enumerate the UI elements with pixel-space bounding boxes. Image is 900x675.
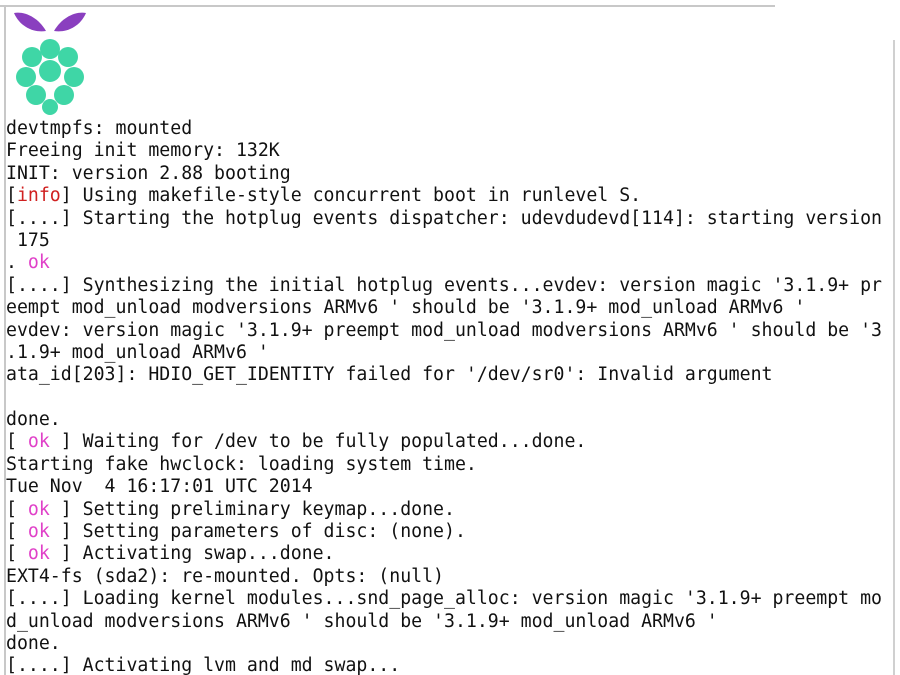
console-text: . — [6, 252, 28, 274]
console-text: ata_id[203]: HDIO_GET_IDENTITY failed fo… — [6, 364, 773, 386]
console-text: d_unload modversions ARMv6 ' should be '… — [6, 610, 718, 632]
console-text: [....] Loading kernel modules...snd_page… — [6, 588, 882, 610]
console-line: .1.9+ mod_unload ARMv6 ' — [6, 342, 892, 364]
console-line: [....] Loading kernel modules...snd_page… — [6, 588, 892, 610]
console-line: [info] Using makefile-style concurrent b… — [6, 185, 892, 207]
console-line: ata_id[203]: HDIO_GET_IDENTITY failed fo… — [6, 364, 892, 386]
console-text: [ — [6, 521, 28, 543]
console-line: INIT: version 2.88 booting — [6, 163, 892, 185]
console-text: EXT4-fs (sda2): re-mounted. Opts: (null) — [6, 565, 444, 587]
console-line: [....] Activating lvm and md swap... — [6, 655, 892, 675]
console-text: ] Waiting for /dev to be fully populated… — [49, 431, 587, 453]
boot-console-screen: devtmpfs: mounted Freeing init memory: 13… — [0, 0, 900, 675]
console-text: done. — [6, 632, 61, 654]
console-text: eempt mod_unload modversions ARMv6 ' sho… — [6, 297, 806, 319]
console-text: devtmpfs: mounted — [6, 118, 193, 139]
console-line: . ok — [6, 252, 892, 274]
console-text: [....] Synthesizing the initial hotplug … — [6, 274, 882, 296]
console-line: evdev: version magic '3.1.9+ preempt mod… — [6, 320, 892, 342]
console-line: done. — [6, 409, 892, 431]
console-line: [ ok ] Waiting for /dev to be fully popu… — [6, 431, 892, 453]
console-text: done. — [6, 409, 61, 431]
console-line: 175 — [6, 230, 892, 252]
console-text: Starting fake hwclock: loading system ti… — [6, 453, 477, 475]
console-line: done. — [6, 633, 892, 655]
window-top-border — [0, 5, 775, 7]
raspberry-pi-left-leaf — [14, 12, 46, 32]
console-text: INIT: version 2.88 booting — [6, 162, 291, 184]
console-line: Starting fake hwclock: loading system ti… — [6, 454, 892, 476]
console-text: ] Activating swap...done. — [49, 543, 335, 565]
status-ok-tag: ok — [27, 543, 50, 565]
console-text: ] Using makefile-style concurrent boot i… — [60, 185, 642, 207]
status-ok-tag: ok — [27, 252, 50, 274]
console-text: [ — [6, 431, 28, 453]
console-text: [ — [6, 543, 28, 565]
status-ok-tag: ok — [27, 498, 50, 520]
console-output: devtmpfs: mounted Freeing init memory: 13… — [6, 118, 892, 675]
console-line: EXT4-fs (sda2): re-mounted. Opts: (null) — [6, 566, 892, 588]
raspberry-pi-right-leaf — [54, 12, 86, 32]
console-line: [....] Synthesizing the initial hotplug … — [6, 275, 892, 297]
console-text: 175 — [6, 229, 50, 251]
console-line: Tue Nov 4 16:17:01 UTC 2014 — [6, 476, 892, 498]
console-line: Freeing init memory: 132K — [6, 140, 892, 162]
window-right-border — [893, 40, 895, 675]
console-line: [ ok ] Activating swap...done. — [6, 543, 892, 565]
console-text: evdev: version magic '3.1.9+ preempt mod… — [6, 319, 882, 341]
console-text: [....] Activating lvm and md swap... — [6, 655, 401, 675]
console-line: [ ok ] Setting preliminary keymap...done… — [6, 499, 892, 521]
console-line: devtmpfs: mounted — [6, 118, 892, 140]
console-text: Tue Nov 4 16:17:01 UTC 2014 — [6, 476, 313, 498]
console-line: d_unload modversions ARMv6 ' should be '… — [6, 611, 892, 633]
console-text: [....] Starting the hotplug events dispa… — [6, 207, 882, 229]
console-text: ] Setting preliminary keymap...done. — [49, 498, 455, 520]
console-line: [....] Starting the hotplug events dispa… — [6, 208, 892, 230]
console-text: .1.9+ mod_unload ARMv6 ' — [6, 341, 269, 363]
status-ok-tag: ok — [27, 431, 50, 453]
status-ok-tag: ok — [27, 521, 50, 543]
console-text: [ — [6, 185, 17, 207]
console-line: [ ok ] Setting parameters of disc: (none… — [6, 521, 892, 543]
status-info-tag: info — [16, 185, 61, 207]
console-text: [ — [6, 498, 28, 520]
console-text: ] Setting parameters of disc: (none). — [49, 521, 466, 543]
console-text: Freeing init memory: 132K — [6, 140, 280, 162]
console-line: eempt mod_unload modversions ARMv6 ' sho… — [6, 297, 892, 319]
raspberry-pi-berry — [16, 39, 84, 115]
raspberry-pi-logo-icon — [14, 12, 86, 115]
